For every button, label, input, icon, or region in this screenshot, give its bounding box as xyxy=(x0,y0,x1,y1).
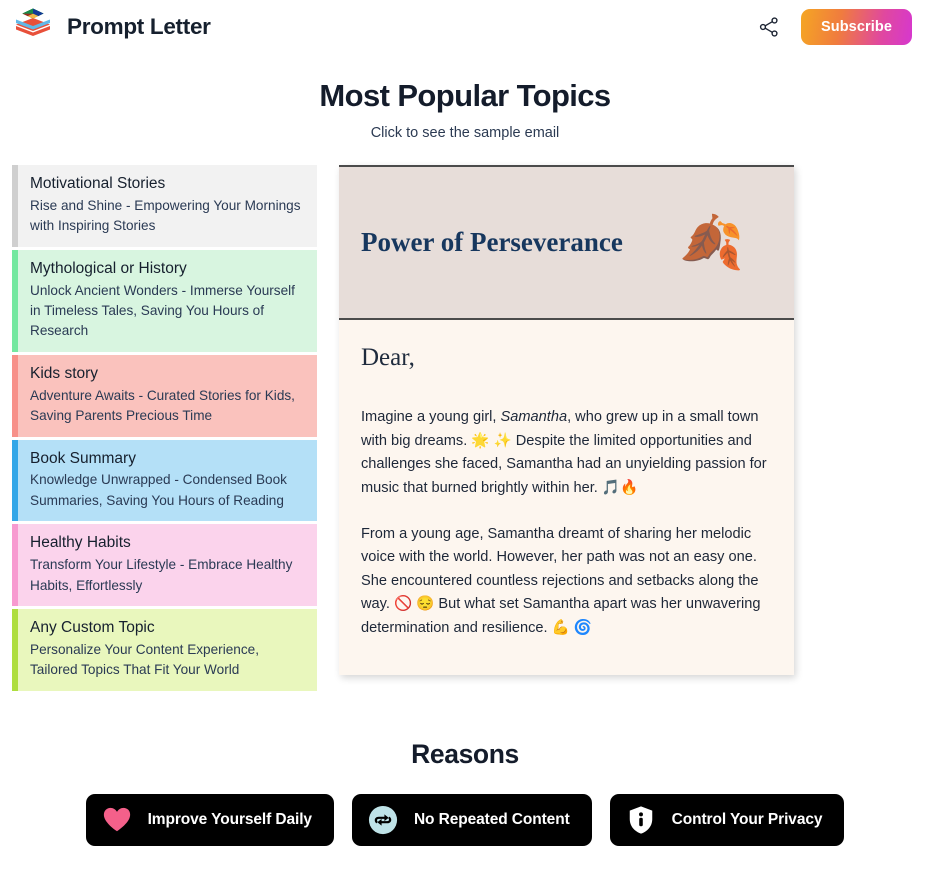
email-title: Power of Perseverance xyxy=(361,226,623,257)
reasons-row: Improve Yourself Daily No Repeated Conten… xyxy=(0,793,930,846)
topic-card-description: Transform Your Lifestyle - Embrace Healt… xyxy=(30,557,293,593)
email-header: Power of Perseverance 🍂 xyxy=(339,165,794,320)
header-actions: Subscribe xyxy=(757,9,912,45)
brand-name: Prompt Letter xyxy=(67,14,211,39)
topic-card-title: Any Custom Topic xyxy=(30,618,155,636)
topic-card-title: Mythological or History xyxy=(30,259,187,277)
reason-button[interactable]: No Repeated Content xyxy=(351,793,592,846)
heart-icon xyxy=(102,805,132,835)
reason-button[interactable]: Control Your Privacy xyxy=(609,793,845,846)
share-network-icon[interactable] xyxy=(757,15,781,39)
email-greeting: Dear, xyxy=(361,344,415,371)
email-body: Dear, Imagine a young girl, Samantha, wh… xyxy=(339,320,794,675)
email-paragraph-1: Imagine a young girl, Samantha, who grew… xyxy=(361,406,770,501)
topic-card-title: Kids story xyxy=(30,364,99,382)
topic-card-description: Personalize Your Content Experience, Tai… xyxy=(30,641,259,678)
topic-card-title: Book Summary xyxy=(30,449,136,467)
email-paragraph-2: From a young age, Samantha dreamt of sha… xyxy=(361,525,761,637)
topic-list: Motivational Stories Rise and Shine - Emp… xyxy=(12,165,317,691)
subscribe-button[interactable]: Subscribe xyxy=(800,9,912,45)
topic-card[interactable]: Motivational Stories Rise and Shine - Emp… xyxy=(12,165,317,247)
paragraph-1-lead: Imagine a young girl, xyxy=(361,409,501,425)
brand[interactable]: Prompt Letter xyxy=(12,7,211,47)
layers-stack-icon xyxy=(12,7,54,47)
topic-card[interactable]: Any Custom Topic Personalize Your Content… xyxy=(12,608,317,691)
refresh-cycle-icon xyxy=(368,805,398,835)
character-name-emphasis: Samantha xyxy=(500,409,568,425)
fallen-leaves-emoji: 🍂 xyxy=(679,213,744,272)
page-title: Most Popular Topics xyxy=(319,78,611,113)
email-card[interactable]: Power of Perseverance 🍂 Dear, Imagine a … xyxy=(339,165,794,675)
topic-card-description: Knowledge Unwrapped - Condensed Book Sum… xyxy=(30,472,287,508)
page-subtitle: Click to see the sample email xyxy=(370,125,560,141)
reason-button-label: No Repeated Content xyxy=(413,810,570,828)
topic-card[interactable]: Book Summary Knowledge Unwrapped - Conden… xyxy=(12,439,317,522)
topic-card-title: Motivational Stories xyxy=(30,175,166,192)
topic-card-title: Healthy Habits xyxy=(30,534,131,552)
main-content: Motivational Stories Rise and Shine - Emp… xyxy=(0,165,930,691)
shield-info-icon xyxy=(626,805,656,835)
email-preview-pane: Power of Perseverance 🍂 Dear, Imagine a … xyxy=(317,165,918,675)
reason-button-label: Control Your Privacy xyxy=(671,810,823,828)
reason-button[interactable]: Improve Yourself Daily xyxy=(85,793,334,846)
topic-card[interactable]: Healthy Habits Transform Your Lifestyle -… xyxy=(12,524,317,606)
topic-card-description: Adventure Awaits - Curated Stories for K… xyxy=(30,387,295,424)
topic-card[interactable]: Mythological or History Unlock Ancient Wo… xyxy=(12,249,317,352)
reason-button-label: Improve Yourself Daily xyxy=(147,810,312,828)
topic-card-description: Rise and Shine - Empowering Your Morning… xyxy=(30,197,301,234)
reasons-title: Reasons xyxy=(411,738,519,769)
topic-card-description: Unlock Ancient Wonders - Immerse Yoursel… xyxy=(30,282,295,339)
topic-card[interactable]: Kids story Adventure Awaits - Curated Sto… xyxy=(12,354,317,437)
app-header: Prompt Letter Subscribe xyxy=(0,0,930,54)
